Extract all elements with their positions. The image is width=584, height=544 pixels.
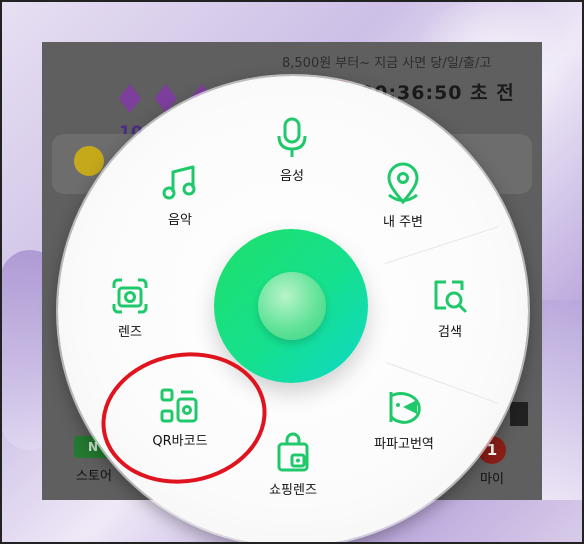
menu-item-nearby[interactable]: 내 주변 xyxy=(368,162,438,230)
menu-item-music[interactable]: 음악 xyxy=(150,162,210,228)
music-note-icon xyxy=(162,165,196,200)
menu-item-label: 내 주변 xyxy=(382,215,423,230)
menu-item-search[interactable]: 검색 xyxy=(420,276,480,340)
nav-my-label: 마이 xyxy=(480,472,504,487)
menu-item-papago[interactable]: 파파고번역 xyxy=(364,388,444,452)
center-search-button[interactable] xyxy=(258,272,326,340)
menu-item-label: 쇼핑렌즈 xyxy=(269,483,317,498)
shopping-bag-lens-icon xyxy=(277,432,309,472)
menu-item-lens[interactable]: 렌즈 xyxy=(100,276,160,340)
microphone-icon xyxy=(277,117,307,157)
image-search-icon xyxy=(434,280,467,313)
menu-item-voice[interactable]: 음성 xyxy=(262,116,322,184)
menu-item-label: 렌즈 xyxy=(118,325,142,340)
menu-item-label: 파파고번역 xyxy=(374,437,434,452)
location-pin-icon xyxy=(387,162,419,205)
search-logo-dot xyxy=(74,146,104,176)
menu-item-label: 음악 xyxy=(168,213,192,228)
nav-store-label: 스토어 xyxy=(76,469,112,484)
menu-item-label: 음성 xyxy=(280,169,304,184)
lens-camera-icon xyxy=(112,278,148,314)
menu-item-shopping-lens[interactable]: 쇼핑렌즈 xyxy=(258,432,328,498)
deal-text: 8,500원 부터~ 지금 사면 당/일/출/고 xyxy=(282,56,492,71)
page-fragment xyxy=(510,402,528,426)
menu-item-label: 검색 xyxy=(438,325,462,340)
papago-translate-icon xyxy=(389,392,421,424)
